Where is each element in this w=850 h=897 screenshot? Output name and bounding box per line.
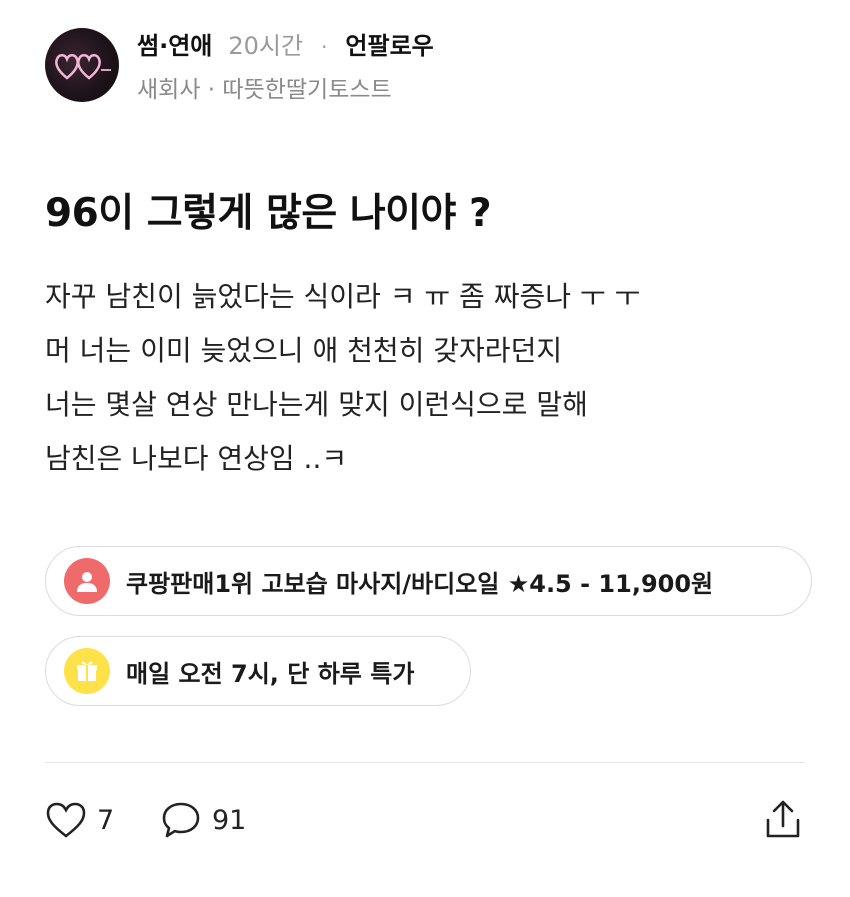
board-name[interactable]: 썸·연애 xyxy=(137,26,212,61)
like-count: 7 xyxy=(97,804,115,836)
like-button[interactable]: 7 xyxy=(45,800,114,840)
ad-label: 매일 오전 7시, 단 하루 특가 xyxy=(126,659,415,688)
body-line: 남친은 나보다 연상임 ..ㅋ xyxy=(45,442,348,475)
hearts-icon xyxy=(55,54,111,80)
ad-chip-oil[interactable]: 쿠팡판매1위 고보습 마사지/바디오일 ★4.5 - 11,900원 xyxy=(45,546,812,616)
post-title: 96이 그렇게 많은 나이야 ? xyxy=(45,191,492,236)
heart-icon xyxy=(46,802,86,838)
comment-icon xyxy=(162,802,200,838)
person-icon xyxy=(64,558,110,604)
avatar[interactable] xyxy=(45,28,119,102)
comment-button[interactable]: 91 xyxy=(160,800,246,840)
author-info: 새회사 · 따뜻한딸기토스트 xyxy=(137,77,392,103)
share-icon xyxy=(766,800,800,838)
ad-chip-deal[interactable]: 매일 오전 7시, 단 하루 특가 xyxy=(45,636,471,706)
post-time: 20시간 xyxy=(228,32,304,60)
ad-label: 쿠팡판매1위 고보습 마사지/바디오일 ★4.5 - 11,900원 xyxy=(126,569,714,598)
share-button[interactable] xyxy=(762,798,804,846)
unfollow-button[interactable]: 언팔로우 xyxy=(345,26,433,61)
post-body: 자꾸 남친이 늙었다는 식이라 ㅋ ㅠ 좀 짜증나 ㅜ ㅜ 머 너는 이미 늦었… xyxy=(45,270,825,486)
comment-count: 91 xyxy=(212,804,247,836)
body-line: 머 너는 이미 늦었으니 애 천천히 갖자라던지 xyxy=(45,334,563,367)
separator-dot: · xyxy=(321,35,328,59)
gift-icon xyxy=(64,648,110,694)
divider xyxy=(45,762,805,763)
body-line: 자꾸 남친이 늙었다는 식이라 ㅋ ㅠ 좀 짜증나 ㅜ ㅜ xyxy=(45,280,641,313)
body-line: 너는 몇살 연상 만나는게 맞지 이런식으로 말해 xyxy=(45,388,588,421)
post-meta: 썸·연애 20시간 · 언팔로우 xyxy=(137,26,434,61)
